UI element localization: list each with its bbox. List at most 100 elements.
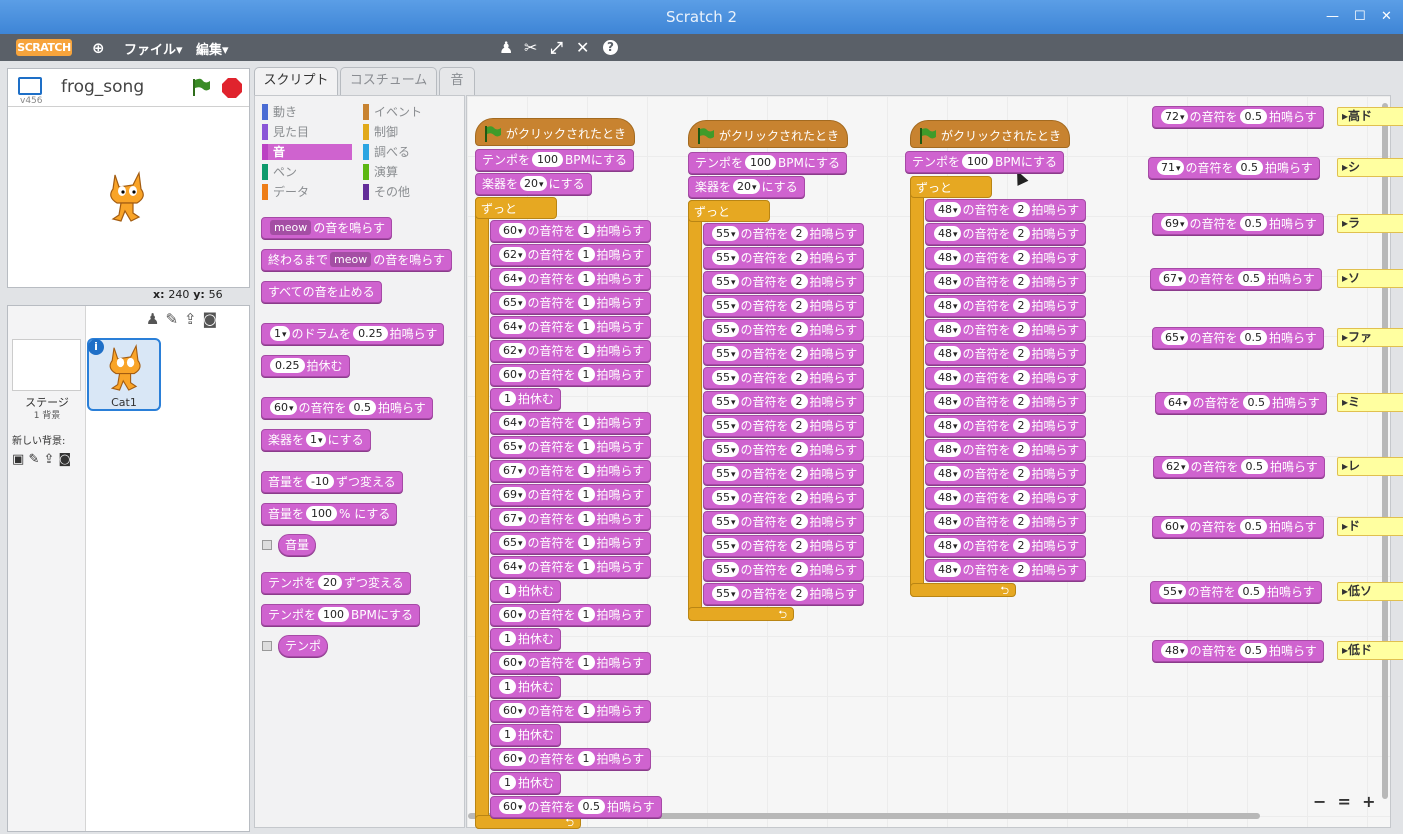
number-input[interactable]: 0.5 xyxy=(1242,395,1271,410)
play-note-block[interactable]: 55の音符を2拍鳴らす xyxy=(703,343,865,365)
delete-icon[interactable]: ✂ xyxy=(524,38,537,57)
comment-note[interactable]: ▸ド xyxy=(1337,517,1403,536)
play-note-block[interactable]: 67の音符を1拍鳴らす xyxy=(490,460,652,482)
play-note-block[interactable]: 48の音符を2拍鳴らす xyxy=(925,415,1087,437)
note-dropdown[interactable]: 60 xyxy=(499,367,526,382)
scroll-area-v[interactable] xyxy=(1382,103,1388,799)
note-dropdown[interactable]: 55 xyxy=(712,274,739,289)
number-input[interactable]: 2 xyxy=(790,562,808,577)
monitor-checkbox[interactable] xyxy=(262,540,272,550)
duplicate-icon[interactable]: ♟ xyxy=(499,38,513,57)
number-input[interactable]: 2 xyxy=(1012,490,1030,505)
number-input[interactable]: 0.5 xyxy=(1237,271,1266,286)
number-input[interactable]: 2 xyxy=(1012,274,1030,289)
category-9[interactable]: その他 xyxy=(363,184,410,200)
stop-all-sounds-block[interactable]: すべての音を止める xyxy=(261,281,382,303)
sprite-tile-cat1[interactable]: i Cat1 xyxy=(87,338,161,411)
number-input[interactable]: 0.5 xyxy=(1240,459,1269,474)
note-dropdown[interactable]: 65 xyxy=(1161,330,1188,345)
comment-note[interactable]: ▸ミ xyxy=(1337,393,1403,412)
paint-sprite-icon[interactable]: ✎ xyxy=(165,310,184,328)
number-input[interactable]: 2 xyxy=(1012,298,1030,313)
note-dropdown[interactable]: 55 xyxy=(712,466,739,481)
play-note-block[interactable]: 55の音符を2拍鳴らす xyxy=(703,271,865,293)
note-dropdown[interactable]: 55 xyxy=(712,538,739,553)
note-dropdown[interactable]: 48 xyxy=(934,346,961,361)
note-dropdown[interactable]: 55 xyxy=(712,562,739,577)
number-input[interactable]: 1 xyxy=(577,511,595,526)
number-input[interactable]: 2 xyxy=(790,226,808,241)
number-input[interactable]: 2 xyxy=(790,514,808,529)
set-tempo-block[interactable]: テンポを 100 BPMにする xyxy=(475,149,634,171)
category-5[interactable]: 調べる xyxy=(363,144,410,160)
rest-block[interactable]: 0.25 拍休む xyxy=(261,355,350,377)
play-note-block[interactable]: 55の音符を2拍鳴らす xyxy=(703,487,865,509)
number-input[interactable]: 1 xyxy=(577,247,595,262)
number-input[interactable]: 2 xyxy=(790,418,808,433)
number-input[interactable]: 1 xyxy=(577,223,595,238)
rest-block[interactable]: 1 拍休む xyxy=(490,676,562,698)
play-note-block[interactable]: 55の音符を2拍鳴らす xyxy=(703,583,865,605)
number-input[interactable]: 2 xyxy=(790,394,808,409)
scratch-logo[interactable]: SCRATCH xyxy=(16,39,72,56)
play-note-block[interactable]: 65の音符を0.5拍鳴らす xyxy=(1152,327,1324,349)
play-note-block[interactable]: 55の音符を2拍鳴らす xyxy=(703,319,865,341)
play-note-block[interactable]: 69の音符を0.5拍鳴らす xyxy=(1152,213,1324,235)
note-dropdown[interactable]: 60 xyxy=(270,400,297,415)
number-input[interactable]: -10 xyxy=(306,474,334,489)
note-dropdown[interactable]: 60 xyxy=(499,703,526,718)
note-dropdown[interactable]: 48 xyxy=(934,418,961,433)
sound-dropdown[interactable]: meow xyxy=(270,220,312,235)
cat-sprite[interactable] xyxy=(103,169,153,225)
play-note-block[interactable]: 64の音符を1拍鳴らす xyxy=(490,556,652,578)
category-3[interactable]: 制御 xyxy=(363,124,398,140)
play-note-block[interactable]: 55の音符を2拍鳴らす xyxy=(703,463,865,485)
comment-note[interactable]: ▸高ド xyxy=(1337,107,1403,126)
note-dropdown[interactable]: 60 xyxy=(499,655,526,670)
tab-scripts[interactable]: スクリプト xyxy=(254,67,338,97)
number-input[interactable]: 20 xyxy=(318,575,343,590)
play-note-block[interactable]: 67の音符を1拍鳴らす xyxy=(490,508,652,530)
grow-icon[interactable]: ⤢ xyxy=(550,38,563,58)
note-dropdown[interactable]: 48 xyxy=(934,370,961,385)
number-input[interactable]: 2 xyxy=(790,250,808,265)
play-note-block[interactable]: 60の音符を1拍鳴らす xyxy=(490,220,652,242)
number-input[interactable]: 2 xyxy=(790,466,808,481)
note-dropdown[interactable]: 62 xyxy=(499,343,526,358)
number-input[interactable]: 0.5 xyxy=(1239,216,1268,231)
number-input[interactable]: 1 xyxy=(577,703,595,718)
number-input[interactable]: 1 xyxy=(499,727,516,742)
note-dropdown[interactable]: 48 xyxy=(934,274,961,289)
play-note-block[interactable]: 60の音符を0.5拍鳴らす xyxy=(1152,516,1324,538)
play-sound-block[interactable]: meow の音を鳴らす xyxy=(261,217,392,239)
monitor-checkbox[interactable] xyxy=(262,641,272,651)
number-input[interactable]: 1 xyxy=(577,487,595,502)
note-dropdown[interactable]: 60 xyxy=(499,607,526,622)
number-input[interactable]: 2 xyxy=(1012,202,1030,217)
note-dropdown[interactable]: 65 xyxy=(499,535,526,550)
note-dropdown[interactable]: 60 xyxy=(499,799,526,814)
play-note-block[interactable]: 64の音符を0.5拍鳴らす xyxy=(1155,392,1327,414)
play-note-block[interactable]: 71の音符を0.5拍鳴らす xyxy=(1148,157,1320,179)
note-dropdown[interactable]: 71 xyxy=(1157,160,1184,175)
note-dropdown[interactable]: 67 xyxy=(1159,271,1186,286)
change-volume-block[interactable]: 音量を -10 ずつ変える xyxy=(261,471,403,493)
note-dropdown[interactable]: 55 xyxy=(712,394,739,409)
number-input[interactable]: 100 xyxy=(532,152,564,167)
volume-reporter[interactable]: 音量 xyxy=(278,534,317,556)
play-note-block[interactable]: 65の音符を1拍鳴らす xyxy=(490,532,652,554)
play-note-block[interactable]: 55の音符を0.5拍鳴らす xyxy=(1150,581,1322,603)
number-input[interactable]: 2 xyxy=(790,490,808,505)
note-dropdown[interactable]: 62 xyxy=(1162,459,1189,474)
play-note-block[interactable]: 55の音符を2拍鳴らす xyxy=(703,367,865,389)
note-dropdown[interactable]: 55 xyxy=(712,322,739,337)
note-dropdown[interactable]: 64 xyxy=(1164,395,1191,410)
shrink-icon[interactable]: ✕ xyxy=(576,38,589,57)
number-input[interactable]: 2 xyxy=(1012,394,1030,409)
number-input[interactable]: 1 xyxy=(577,295,595,310)
number-input[interactable]: 0.5 xyxy=(1239,519,1268,534)
number-input[interactable]: 1 xyxy=(577,751,595,766)
upload-icon[interactable]: ⇪ xyxy=(43,452,54,467)
forever-block[interactable] xyxy=(475,197,489,829)
note-dropdown[interactable]: 55 xyxy=(712,442,739,457)
